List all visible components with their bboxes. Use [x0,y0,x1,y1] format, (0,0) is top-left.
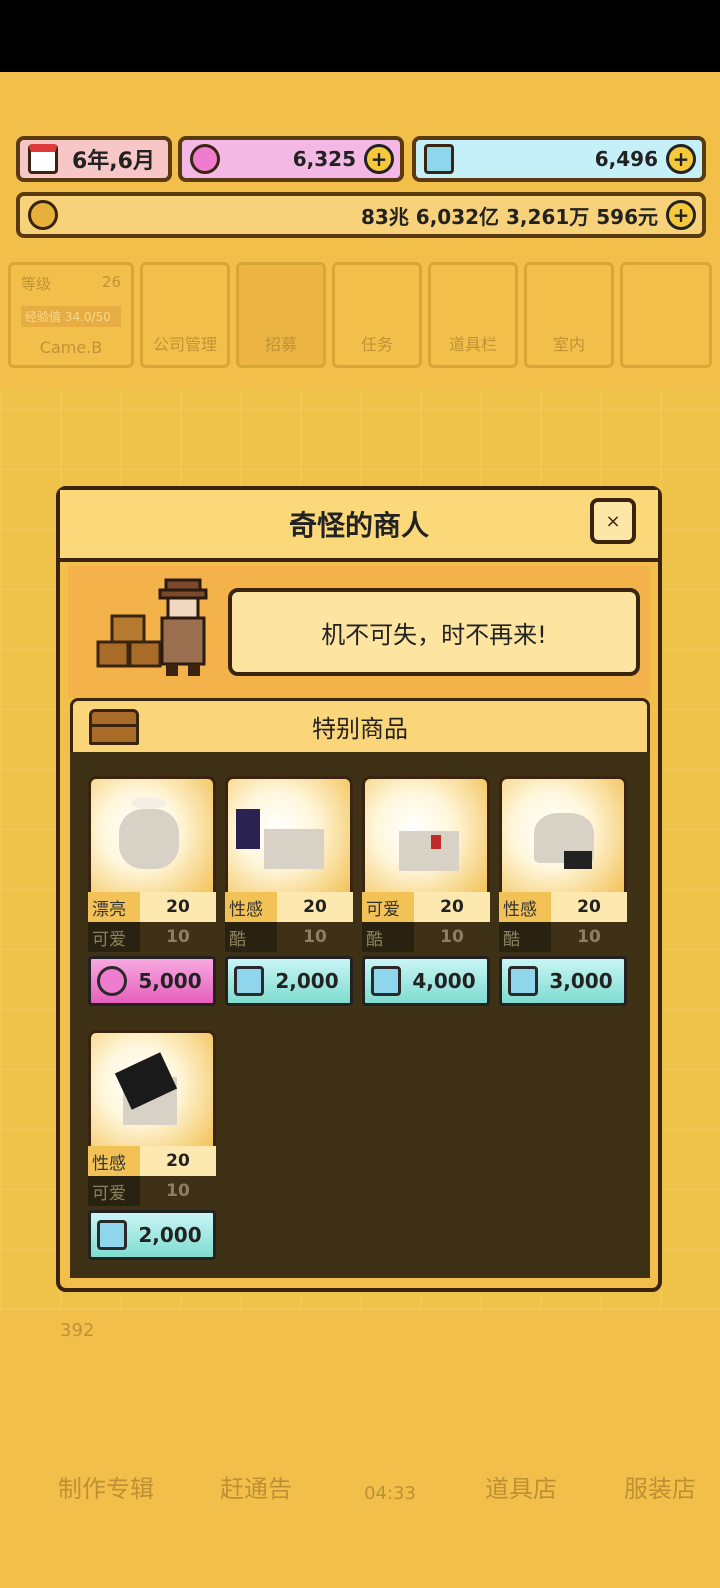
coin-icon [28,200,58,230]
diamond-amount: 6,496 [594,147,658,171]
dialog-title: 奇怪的商人 [288,509,429,542]
buy-button[interactable]: 5,000 [88,956,216,1006]
money-balance: 83兆 6,032亿 3,261万 596元 + [16,192,706,238]
shop-item-4[interactable]: 性感 20 酷 10 3,000 [499,776,627,1012]
menu-inventory[interactable]: 道具栏 [428,262,518,368]
item-image [362,776,490,892]
company-info-tile: 等级 26 经验值 34.0/50 Came.B [8,262,134,368]
menu-recruit[interactable]: 招募 [236,262,326,368]
buy-button[interactable]: 2,000 [225,956,353,1006]
nav-schedule[interactable]: 赶通告 [184,1378,328,1528]
menu-company-management[interactable]: 公司管理 [140,262,230,368]
nav-clothing-shop[interactable]: 服装店 [600,1378,720,1528]
item-primary-stat: 性感 20 [225,892,353,922]
level-label: 等级 [21,275,52,293]
menu-tasks[interactable]: 任务 [332,262,422,368]
add-money-button[interactable]: + [666,200,696,230]
item-image [88,1030,216,1146]
merchant-dialog: 奇怪的商人 × 机不可失，时不再来! 特别商品 漂亮 20 可爱 10 5,00… [56,486,662,1292]
background-menu: 等级 26 经验值 34.0/50 Came.B 公司管理 招募 任务 道具栏 室… [8,262,714,368]
item-image [225,776,353,892]
level-value: 26 [101,273,121,291]
date-display: 6年,6月 [16,136,172,182]
merchant-avatar [96,578,208,676]
dialog-header: 奇怪的商人 × [60,490,658,562]
item-image [499,776,627,892]
item-secondary-stat: 酷 10 [225,922,353,952]
add-diamonds-button[interactable]: + [666,144,696,174]
item-image [88,776,216,892]
section-header: 特别商品 [70,698,650,752]
exp-bar: 经验值 34.0/50 [21,305,121,327]
calendar-icon [28,144,58,174]
background-count: 392 [60,1320,95,1341]
section-title: 特别商品 [312,715,408,743]
status-bar [0,0,720,72]
diamond-icon [234,966,264,996]
gem-amount: 6,325 [292,147,356,171]
add-gems-button[interactable]: + [364,144,394,174]
shop-item-2[interactable]: 性感 20 酷 10 2,000 [225,776,353,1012]
diamond-icon [424,144,454,174]
diamond-icon [508,966,538,996]
pink-gem-icon [97,966,127,996]
buy-button[interactable]: 4,000 [362,956,490,1006]
item-primary-stat: 可爱 20 [362,892,490,922]
shop-item-3[interactable]: 可爱 20 酷 10 4,000 [362,776,490,1012]
date-text: 6年,6月 [72,149,155,174]
menu-interior[interactable]: 室内 [524,262,614,368]
items-grid: 漂亮 20 可爱 10 5,000 性感 20 酷 10 2,000 可爱 20 酷 10 … [70,752,650,1278]
background-bottom-nav: 制作专辑 赶通告 04:33 道具店 服装店 [0,1378,720,1528]
diamond-balance: 6,496 + [412,136,706,182]
gem-balance: 6,325 + [178,136,404,182]
buy-button[interactable]: 2,000 [88,1210,216,1260]
company-name: Came.B [39,338,103,357]
chest-icon [89,709,139,745]
shop-item-1[interactable]: 漂亮 20 可爱 10 5,000 [88,776,216,1012]
menu-outfit-icon[interactable] [620,262,712,368]
merchant-speech-bubble: 机不可失，时不再来! [228,588,640,676]
buy-button[interactable]: 3,000 [499,956,627,1006]
money-amount: 83兆 6,032亿 3,261万 596元 [361,204,658,229]
nav-item-shop[interactable]: 道具店 [456,1378,586,1528]
shop-item-5[interactable]: 性感 20 可爱 10 2,000 [88,1030,216,1266]
item-secondary-stat: 酷 10 [499,922,627,952]
diamond-icon [371,966,401,996]
close-button[interactable]: × [590,498,636,544]
pink-gem-icon [190,144,220,174]
item-secondary-stat: 可爱 10 [88,1176,216,1206]
diamond-icon [97,1220,127,1250]
item-primary-stat: 性感 20 [499,892,627,922]
item-secondary-stat: 可爱 10 [88,922,216,952]
merchant-area: 机不可失，时不再来! [68,566,650,698]
nav-timer[interactable]: 04:33 [330,1378,450,1528]
item-secondary-stat: 酷 10 [362,922,490,952]
nav-make-album[interactable]: 制作专辑 [34,1378,178,1528]
item-primary-stat: 性感 20 [88,1146,216,1176]
item-primary-stat: 漂亮 20 [88,892,216,922]
close-icon: × [605,510,621,532]
